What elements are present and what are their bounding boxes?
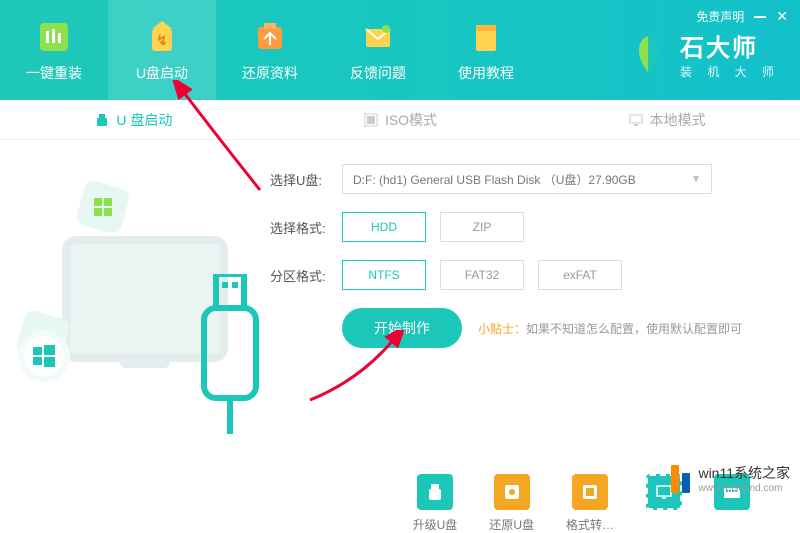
watermark: win11系统之家 www.relsound.com xyxy=(671,463,790,494)
usb-boot-icon: ↯ xyxy=(142,17,182,57)
tip: 小贴士：如果不知道怎么配置，使用默认配置即可 xyxy=(478,320,742,337)
restore-icon xyxy=(250,17,290,57)
chevron-down-icon: ▼ xyxy=(691,174,701,185)
usb-illustration xyxy=(190,274,270,439)
bicon-label: 还原U盘 xyxy=(489,516,534,533)
brand-sub: 装 机 大 师 xyxy=(680,63,780,80)
tip-text: 如果不知道怎么配置，使用默认配置即可 xyxy=(526,322,742,336)
tab-iso[interactable]: ISO模式 xyxy=(267,100,534,139)
start-button[interactable]: 开始制作 xyxy=(342,308,462,348)
usb-select-value: D:F: (hd1) General USB Flash Disk （U盘）27… xyxy=(353,171,636,188)
form: 选择U盘: D:F: (hd1) General USB Flash Disk … xyxy=(260,164,770,434)
main: 选择U盘: D:F: (hd1) General USB Flash Disk … xyxy=(0,140,800,434)
disclaimer-link[interactable]: 免责声明 xyxy=(696,8,744,25)
usb-icon xyxy=(94,112,110,128)
nav-label: 一键重装 xyxy=(26,63,82,83)
upgrade-icon xyxy=(417,474,453,510)
header: 一键重装 ↯ U盘启动 还原资料 反馈问题 使用教程 免责声 xyxy=(0,0,800,100)
watermark-logo-icon xyxy=(671,465,690,493)
select-usb-label: 选择U盘: xyxy=(270,170,342,189)
tab-label: ISO模式 xyxy=(385,110,437,130)
svg-text:↯: ↯ xyxy=(156,32,168,48)
format-label: 选择格式: xyxy=(270,218,342,237)
iso-icon xyxy=(363,112,379,128)
partition-option-fat32[interactable]: FAT32 xyxy=(440,260,524,290)
deco-square xyxy=(75,179,131,235)
bicon-label: 格式转… xyxy=(566,516,614,533)
nav: 一键重装 ↯ U盘启动 还原资料 反馈问题 使用教程 xyxy=(0,0,540,100)
watermark-title: win11系统之家 xyxy=(698,465,790,481)
feedback-icon xyxy=(358,17,398,57)
format-option-zip[interactable]: ZIP xyxy=(440,212,524,242)
tutorial-icon xyxy=(466,17,506,57)
partition-label: 分区格式: xyxy=(270,266,342,285)
partition-options: NTFS FAT32 exFAT xyxy=(342,260,622,290)
restore-usb-icon xyxy=(494,474,530,510)
windows-icon xyxy=(24,336,64,376)
nav-restore[interactable]: 还原资料 xyxy=(216,0,324,100)
tip-prefix: 小贴士： xyxy=(478,322,526,336)
bars-icon xyxy=(34,17,74,57)
nav-tutorial[interactable]: 使用教程 xyxy=(432,0,540,100)
format-options: HDD ZIP xyxy=(342,212,524,242)
tab-label: U 盘启动 xyxy=(116,110,172,130)
brand: 石大师 装 机 大 师 xyxy=(626,28,780,80)
nav-usb-boot[interactable]: ↯ U盘启动 xyxy=(108,0,216,100)
tab-local[interactable]: 本地模式 xyxy=(533,100,800,139)
nav-label: U盘启动 xyxy=(136,63,188,83)
bicon-label: 升级U盘 xyxy=(413,516,458,533)
nav-reinstall[interactable]: 一键重装 xyxy=(0,0,108,100)
header-controls: 免责声明 ✕ xyxy=(696,8,788,25)
minimize-button[interactable] xyxy=(754,16,766,18)
partition-option-ntfs[interactable]: NTFS xyxy=(342,260,426,290)
nav-label: 使用教程 xyxy=(458,63,514,83)
local-icon xyxy=(628,112,644,128)
usb-select[interactable]: D:F: (hd1) General USB Flash Disk （U盘）27… xyxy=(342,164,712,194)
nav-feedback[interactable]: 反馈问题 xyxy=(324,0,432,100)
watermark-url: www.relsound.com xyxy=(698,483,790,494)
brand-logo-icon xyxy=(626,32,670,76)
illustration xyxy=(30,164,260,434)
brand-name: 石大师 xyxy=(680,28,780,63)
nav-label: 还原资料 xyxy=(242,63,298,83)
tab-label: 本地模式 xyxy=(650,110,706,130)
nav-label: 反馈问题 xyxy=(350,63,406,83)
brand-text: 石大师 装 机 大 师 xyxy=(680,28,780,80)
partition-option-exfat[interactable]: exFAT xyxy=(538,260,622,290)
format-convert-icon xyxy=(572,474,608,510)
format-option-hdd[interactable]: HDD xyxy=(342,212,426,242)
tab-usb-boot[interactable]: U 盘启动 xyxy=(0,100,267,139)
mode-tabs: U 盘启动 ISO模式 本地模式 xyxy=(0,100,800,140)
close-button[interactable]: ✕ xyxy=(776,8,788,25)
